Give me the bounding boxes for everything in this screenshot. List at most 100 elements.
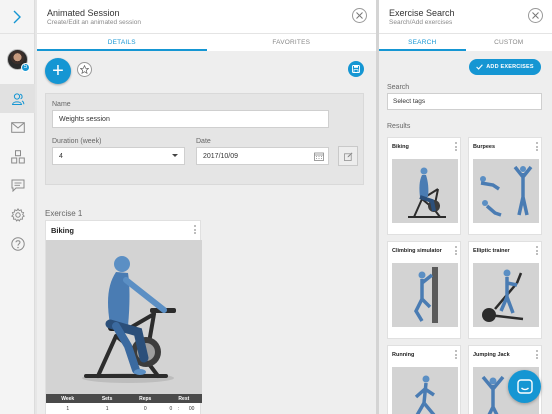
- left-rail: 5: [0, 0, 35, 414]
- duration-value: 4: [59, 152, 63, 160]
- tab-custom[interactable]: CUSTOM: [466, 34, 552, 51]
- running-thumbnail: [414, 375, 436, 414]
- date-value: 2017/10/09: [203, 152, 239, 160]
- session-panel-header: Animated Session Create/Edit an animated…: [37, 0, 376, 34]
- biking-illustration: [46, 240, 202, 394]
- rail-item-clients[interactable]: [0, 84, 35, 113]
- date-input[interactable]: 2017/10/09: [196, 147, 329, 165]
- elliptic-trainer-thumbnail: [482, 269, 524, 322]
- table-header-sets: Sets: [89, 394, 125, 403]
- table-header-rest: Rest: [165, 394, 202, 403]
- rail-item-messages[interactable]: [0, 113, 35, 142]
- table-row[interactable]: 1 1 0 0 : 00: [46, 403, 202, 414]
- user-avatar-button[interactable]: 5: [0, 34, 35, 84]
- tab-favorites[interactable]: FAVORITES: [207, 34, 377, 51]
- more-options-icon[interactable]: [455, 246, 457, 255]
- duration-label: Duration (week): [52, 138, 102, 145]
- result-card[interactable]: Burpees: [468, 137, 542, 235]
- cell-rest-min[interactable]: 0: [165, 403, 177, 414]
- result-thumbnail: [392, 159, 458, 223]
- exercise-search-panel: Exercise Search Search/Add exercises SEA…: [379, 0, 552, 414]
- result-thumbnail: [392, 263, 458, 327]
- result-name: Climbing simulator: [392, 248, 442, 254]
- close-search-button[interactable]: [528, 8, 543, 23]
- edit-date-button[interactable]: [338, 146, 358, 166]
- avatar-badge: 5: [21, 62, 30, 72]
- plus-icon: +: [52, 60, 64, 82]
- mail-icon: [10, 122, 25, 133]
- tab-details[interactable]: DETAILS: [37, 34, 207, 51]
- check-icon: [476, 64, 484, 70]
- cell-sets[interactable]: 1: [89, 403, 125, 414]
- search-label: Search: [387, 84, 410, 91]
- tag-search-input[interactable]: Select tags: [387, 93, 542, 110]
- name-label: Name: [52, 101, 71, 108]
- chat-bubble-icon: [516, 378, 533, 394]
- close-session-button[interactable]: [352, 8, 367, 23]
- result-name: Running: [392, 352, 415, 358]
- results-label: Results: [387, 123, 411, 130]
- result-name: Elliptic trainer: [473, 248, 510, 254]
- result-card[interactable]: Climbing simulator: [387, 241, 461, 339]
- cell-rest-sec[interactable]: 00: [181, 403, 202, 414]
- search-tabs: SEARCH CUSTOM: [379, 34, 552, 51]
- table-header-week: Week: [46, 394, 90, 403]
- more-options-icon[interactable]: [194, 225, 196, 234]
- blocks-icon: [10, 149, 25, 163]
- exercise-heading: Exercise 1: [45, 209, 83, 218]
- more-options-icon[interactable]: [536, 350, 538, 359]
- chat-icon: [11, 179, 24, 192]
- exercise-sets-table: Week Sets Reps Rest 1 1 0 0 : 00: [46, 394, 202, 414]
- name-input[interactable]: Weights session: [52, 110, 329, 128]
- calendar-icon: [314, 152, 324, 161]
- edit-icon: [343, 152, 352, 161]
- session-form: Name Weights session Duration (week) 4 D…: [45, 93, 364, 185]
- close-icon: [356, 12, 363, 19]
- save-session-button[interactable]: [348, 61, 364, 77]
- rail-item-help[interactable]: [0, 229, 35, 258]
- app-root: 5 Animated Session Create/Edit an animat…: [0, 0, 552, 414]
- session-panel-subtitle: Create/Edit an animated session: [47, 19, 141, 26]
- users-icon: [11, 92, 24, 105]
- more-options-icon[interactable]: [455, 350, 457, 359]
- climbing-simulator-thumbnail: [414, 267, 438, 323]
- result-card[interactable]: Running: [387, 345, 461, 414]
- rail-item-settings[interactable]: [0, 200, 35, 229]
- result-card[interactable]: Biking: [387, 137, 461, 235]
- expand-rail-button[interactable]: [0, 0, 34, 34]
- result-name: Biking: [392, 144, 409, 150]
- add-exercises-button[interactable]: ADD EXERCISES: [469, 59, 541, 75]
- animated-session-panel: Animated Session Create/Edit an animated…: [37, 0, 376, 414]
- session-panel-body: + Name Weights session Duration (week) 4…: [37, 51, 376, 414]
- add-exercises-label: ADD EXERCISES: [486, 64, 534, 70]
- help-icon: [10, 236, 25, 251]
- result-thumbnail: [473, 263, 539, 327]
- result-thumbnail: [473, 159, 539, 223]
- search-panel-body: ADD EXERCISES Search Select tags Results…: [379, 51, 552, 414]
- result-card[interactable]: Elliptic trainer: [468, 241, 542, 339]
- chevron-down-icon: [172, 154, 178, 157]
- chevron-right-icon: [13, 10, 21, 23]
- cell-reps[interactable]: 0: [124, 403, 166, 414]
- exercise-card[interactable]: Biking Week Sets Reps Rest 1 1 0 0: 00: [45, 220, 202, 414]
- add-exercise-button[interactable]: +: [45, 58, 71, 84]
- more-options-icon[interactable]: [455, 142, 457, 151]
- rail-item-programs[interactable]: [0, 142, 35, 171]
- search-panel-header: Exercise Search Search/Add exercises: [379, 0, 552, 34]
- tab-search[interactable]: SEARCH: [379, 34, 466, 51]
- favorite-button[interactable]: [77, 62, 92, 77]
- chat-launcher-button[interactable]: [508, 370, 541, 403]
- duration-select[interactable]: 4: [52, 147, 185, 165]
- result-thumbnail: [392, 367, 458, 414]
- more-options-icon[interactable]: [536, 246, 538, 255]
- rail-item-chat[interactable]: [0, 171, 35, 200]
- search-panel-subtitle: Search/Add exercises: [389, 19, 453, 26]
- save-icon: [352, 65, 360, 73]
- avatar: 5: [7, 48, 30, 72]
- session-panel-title: Animated Session: [47, 8, 120, 18]
- result-name: Burpees: [473, 144, 496, 150]
- date-label: Date: [196, 138, 211, 145]
- result-name: Jumping Jack: [473, 352, 510, 358]
- more-options-icon[interactable]: [536, 142, 538, 151]
- burpees-thumbnail: [480, 165, 533, 217]
